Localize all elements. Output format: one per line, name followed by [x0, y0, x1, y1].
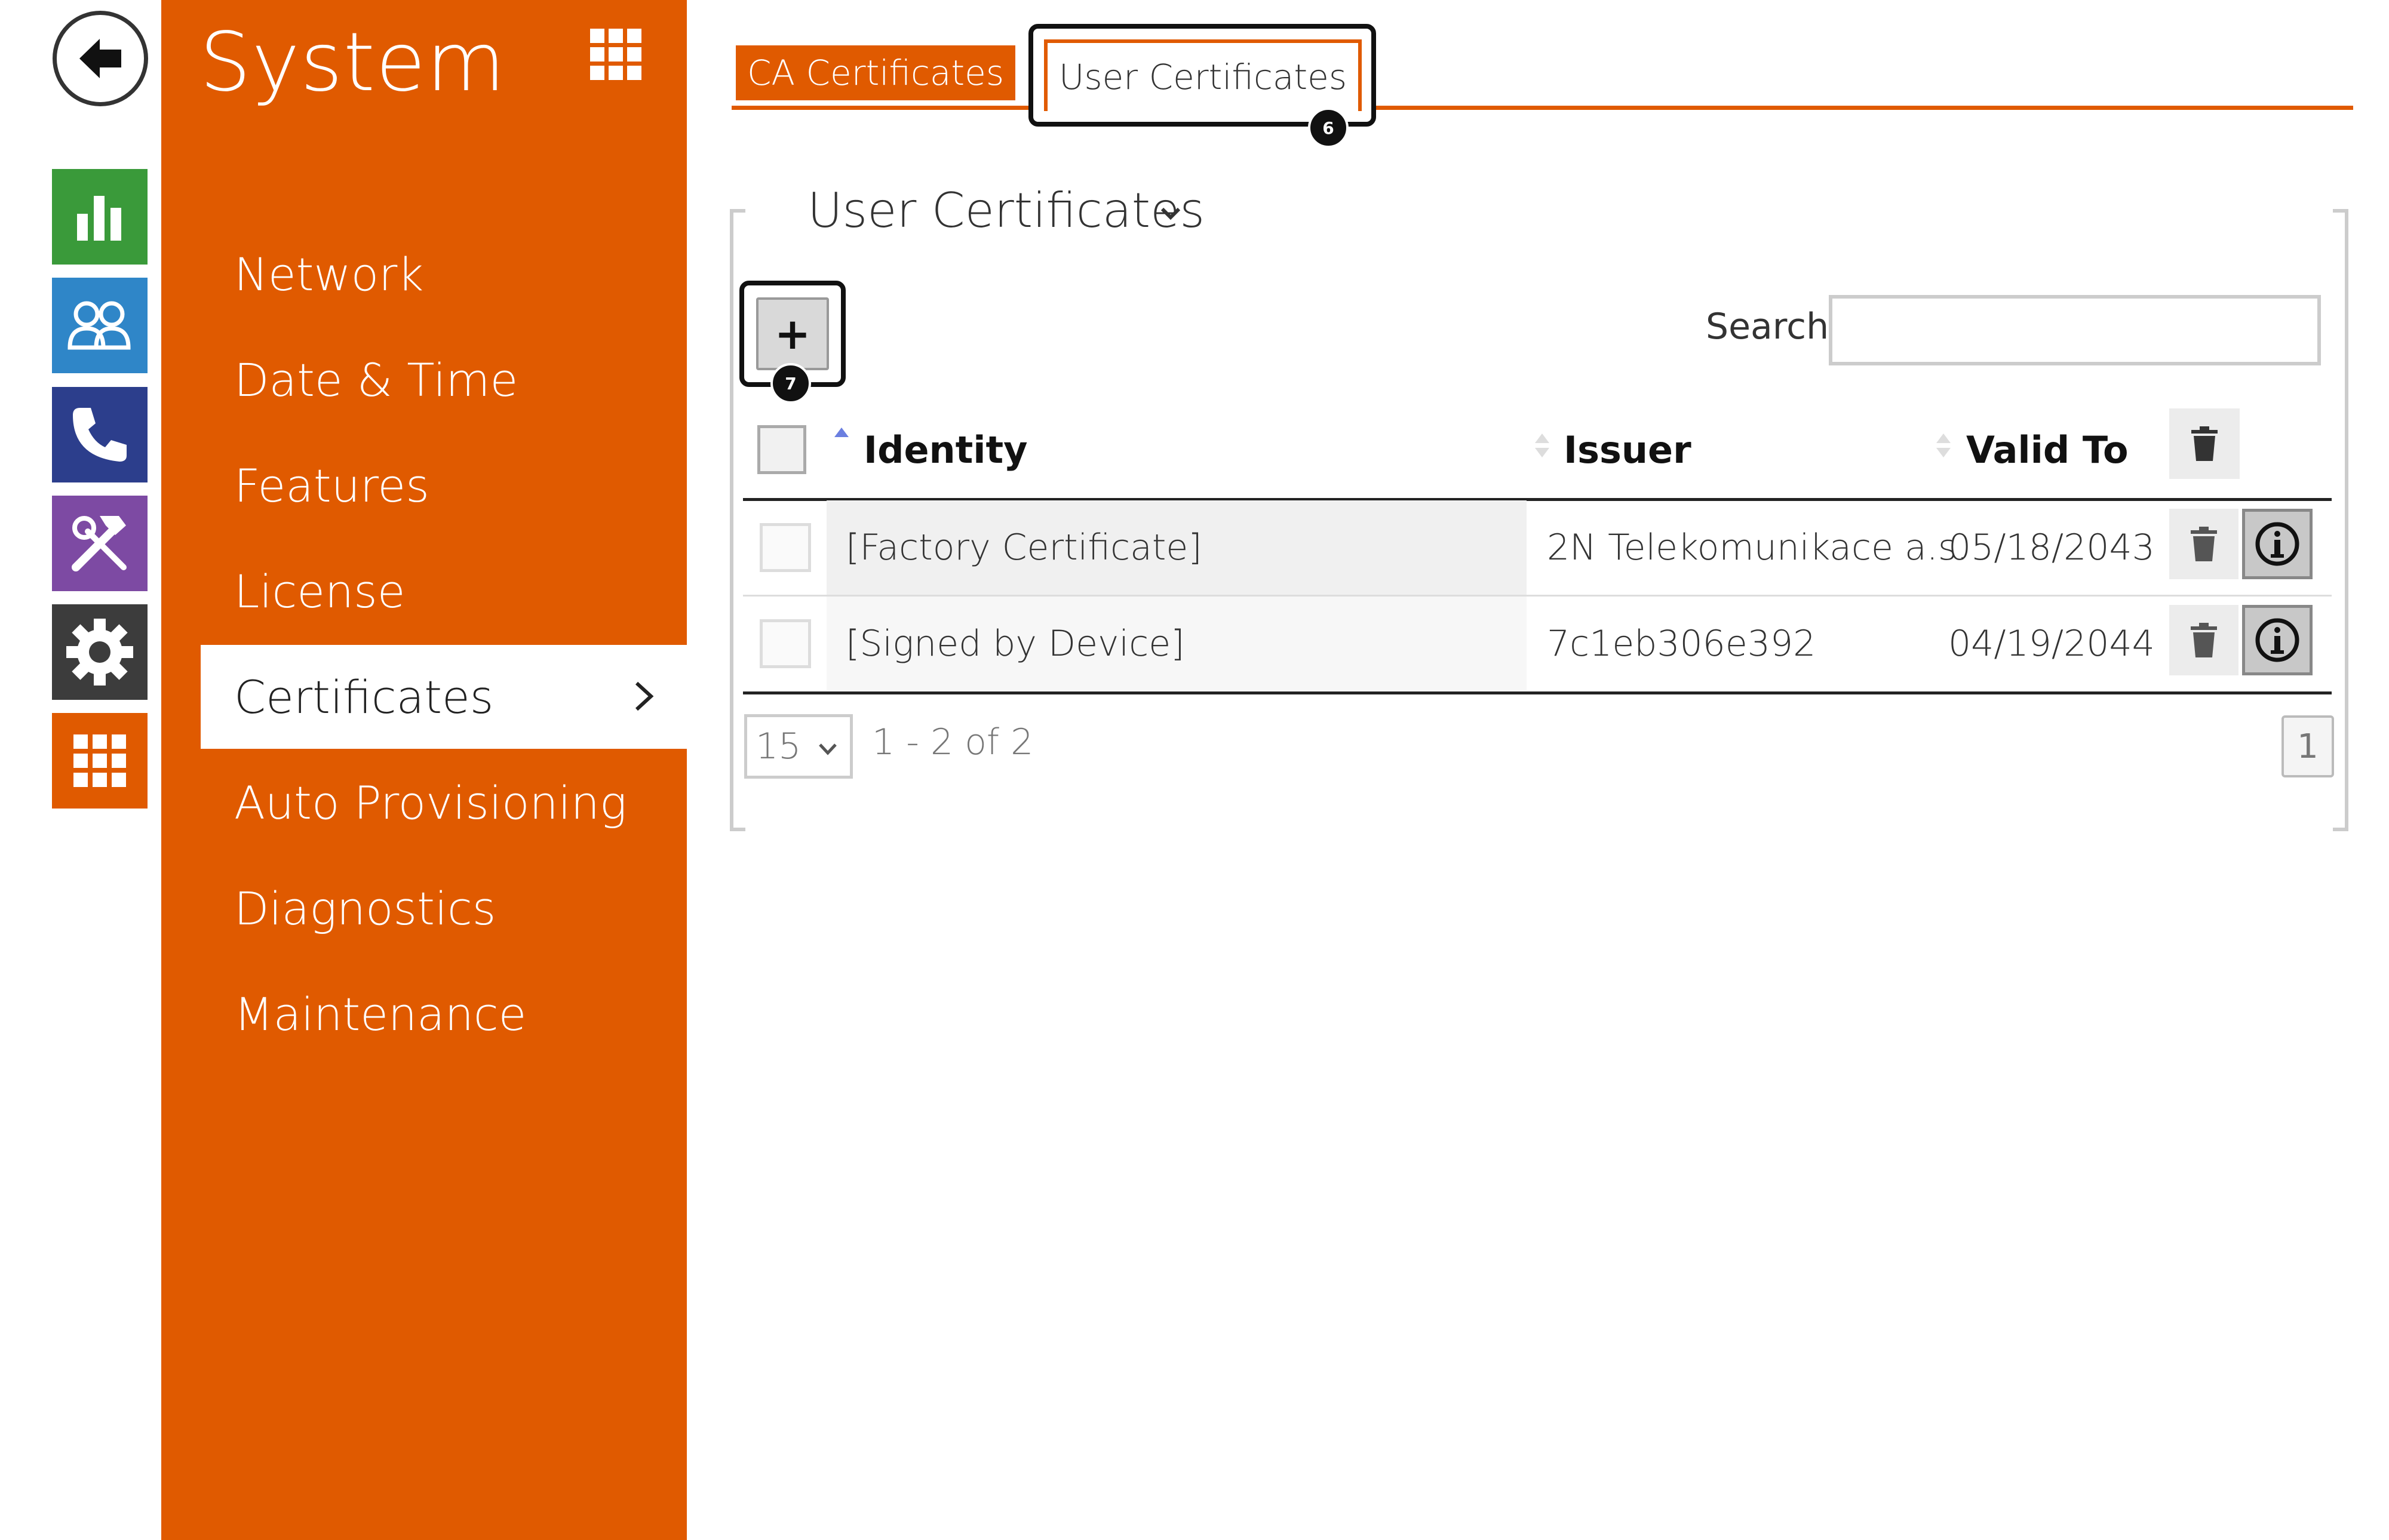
sidebar-item-label: License	[234, 564, 406, 618]
cell-valid-to: 05/18/2043	[1948, 527, 2155, 568]
sort-ascending-icon[interactable]	[833, 424, 850, 460]
table-row[interactable]: [Factory Certificate] 2N Telekomunikace …	[743, 500, 2332, 595]
info-icon	[2255, 522, 2299, 566]
sidebar-item-network[interactable]: Network	[161, 222, 687, 326]
info-button[interactable]	[2242, 509, 2313, 579]
status-tile[interactable]	[52, 169, 148, 265]
sidebar-item-license[interactable]: License	[161, 539, 687, 643]
page-size-select[interactable]: 15	[744, 714, 853, 779]
panel-corner	[730, 209, 745, 227]
page-button-1[interactable]: 1	[2281, 715, 2334, 777]
search-label: Search	[1706, 306, 1829, 348]
sidebar-item-auto-provisioning[interactable]: Auto Provisioning	[161, 751, 687, 854]
sidebar: System Network Date & Time Features Lice…	[161, 0, 687, 1540]
cell-issuer: 7c1eb306e392	[1547, 623, 1816, 665]
plus-icon: +	[774, 309, 811, 359]
page-size-value: 15	[756, 726, 802, 767]
sidebar-title: System	[199, 16, 506, 110]
row-checkbox[interactable]	[760, 619, 811, 668]
panel-border-left	[730, 227, 733, 830]
tab-ca-certificates[interactable]: CA Certificates	[736, 45, 1015, 100]
sidebar-item-label: Features	[234, 459, 429, 512]
add-certificate-button[interactable]: +	[756, 297, 829, 370]
panel-corner	[730, 813, 745, 831]
step-badge-add: 7	[770, 363, 811, 404]
section-title[interactable]: User Certificates	[807, 183, 1205, 238]
phone-icon	[73, 408, 127, 462]
sidebar-item-label: Network	[234, 247, 424, 301]
cell-issuer: 2N Telekomunikace a.s.	[1547, 527, 1969, 568]
back-arrow-icon	[79, 39, 121, 78]
delete-selected-button[interactable]	[2169, 408, 2240, 479]
trash-icon	[2191, 426, 2218, 461]
sidebar-item-label: Date & Time	[234, 353, 518, 407]
chevron-right-icon	[635, 681, 654, 711]
column-header-identity[interactable]: Identity	[864, 425, 1028, 474]
column-header-valid-to[interactable]: Valid To	[1966, 425, 2129, 474]
delete-row-button[interactable]	[2169, 605, 2238, 675]
cell-valid-to: 04/19/2044	[1948, 623, 2155, 665]
delete-row-button[interactable]	[2169, 509, 2238, 579]
sort-icon[interactable]	[1534, 429, 1550, 465]
sidebar-item-label: Certificates	[234, 670, 494, 724]
tab-underline	[732, 106, 2353, 110]
trash-icon	[2191, 623, 2217, 657]
row-checkbox[interactable]	[760, 523, 811, 572]
panel-corner	[2333, 209, 2348, 227]
directory-tile[interactable]	[52, 278, 148, 373]
sidebar-item-maintenance[interactable]: Maintenance	[161, 962, 687, 1066]
panel-border-right	[2345, 227, 2348, 830]
sidebar-item-label: Maintenance	[234, 987, 527, 1041]
trash-icon	[2191, 527, 2217, 561]
tools-icon	[72, 516, 127, 571]
sidebar-item-features[interactable]: Features	[161, 434, 687, 537]
hardware-tile[interactable]	[52, 496, 148, 591]
page-range-text: 1 - 2 of 2	[872, 721, 1034, 763]
table-footer-divider	[743, 691, 2332, 694]
info-button[interactable]	[2242, 605, 2313, 675]
chevron-down-icon	[819, 743, 837, 755]
calls-tile[interactable]	[52, 387, 148, 482]
table-row[interactable]: [Signed by Device] 7c1eb306e392 04/19/20…	[743, 597, 2332, 691]
info-icon	[2255, 618, 2299, 662]
search-input[interactable]	[1829, 295, 2321, 365]
sidebar-item-diagnostics[interactable]: Diagnostics	[161, 856, 687, 960]
gear-icon	[66, 619, 133, 686]
services-tile[interactable]	[52, 713, 148, 809]
cell-identity: [Signed by Device]	[846, 623, 1185, 665]
column-header-issuer[interactable]: Issuer	[1564, 425, 1691, 474]
sidebar-item-certificates[interactable]: Certificates	[201, 645, 687, 749]
panel-corner	[2333, 813, 2348, 831]
grid-menu-icon[interactable]	[590, 29, 641, 80]
sidebar-item-label: Diagnostics	[234, 881, 496, 935]
cell-identity: [Factory Certificate]	[846, 527, 1202, 568]
bar-chart-icon	[77, 196, 121, 241]
sidebar-item-label: Auto Provisioning	[234, 776, 627, 829]
users-icon	[67, 301, 131, 350]
back-button[interactable]	[53, 11, 148, 106]
sort-icon[interactable]	[1935, 429, 1952, 465]
step-badge-tab: 6	[1308, 107, 1349, 148]
chevron-down-icon[interactable]	[1159, 204, 1183, 222]
sidebar-item-date-time[interactable]: Date & Time	[161, 328, 687, 432]
grid-icon	[73, 734, 126, 787]
system-tile[interactable]	[52, 604, 148, 700]
tab-user-certificates[interactable]: User Certificates	[1044, 39, 1362, 111]
select-all-checkbox[interactable]	[757, 425, 806, 474]
